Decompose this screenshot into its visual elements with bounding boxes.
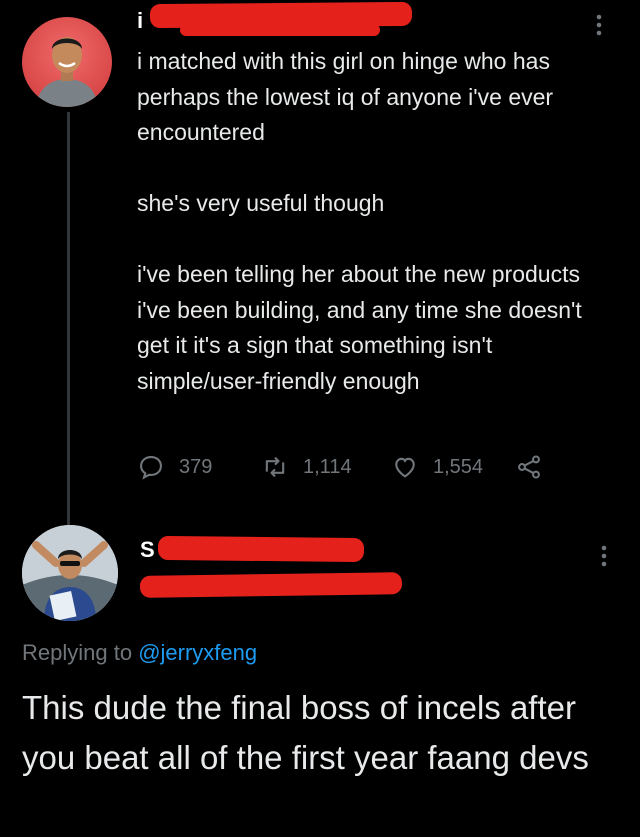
retweet-button[interactable]: 1,114	[261, 450, 352, 484]
replying-prefix: Replying to	[22, 640, 133, 665]
reply-text: This dude the final boss of incels after…	[22, 689, 589, 776]
like-icon	[395, 457, 415, 478]
mention-link[interactable]: @jerryxfeng	[138, 640, 257, 665]
redaction-mark	[139, 572, 403, 598]
author-name[interactable]: S	[140, 539, 155, 561]
replying-to: Replying to @jerryxfeng	[22, 640, 257, 666]
more-icon[interactable]	[599, 545, 609, 567]
reply-icon	[140, 456, 162, 480]
more-icon[interactable]	[594, 14, 604, 36]
avatar[interactable]	[22, 17, 112, 107]
thread-line	[67, 112, 70, 526]
reply-button[interactable]: 379	[137, 450, 212, 484]
retweet-icon	[265, 456, 285, 478]
tweet-actions: 379 1,114 1,554	[137, 450, 607, 484]
retweet-count: 1,114	[303, 455, 352, 478]
like-button[interactable]: 1,554	[391, 450, 483, 484]
tweet-text: i matched with this girl on hinge who ha…	[137, 44, 617, 399]
share-button[interactable]	[515, 450, 557, 484]
tweet-paragraph: i matched with this girl on hinge who ha…	[137, 48, 554, 145]
redaction-mark	[180, 24, 380, 36]
redaction-mark	[157, 535, 365, 563]
reply-count: 379	[179, 455, 213, 478]
tweet-paragraph: she's very useful though	[137, 190, 385, 216]
avatar[interactable]	[22, 525, 118, 621]
like-count: 1,554	[433, 455, 484, 478]
share-icon	[518, 455, 540, 479]
tweet-paragraph: i've been telling her about the new prod…	[137, 261, 582, 394]
author-name[interactable]: i	[137, 10, 143, 32]
